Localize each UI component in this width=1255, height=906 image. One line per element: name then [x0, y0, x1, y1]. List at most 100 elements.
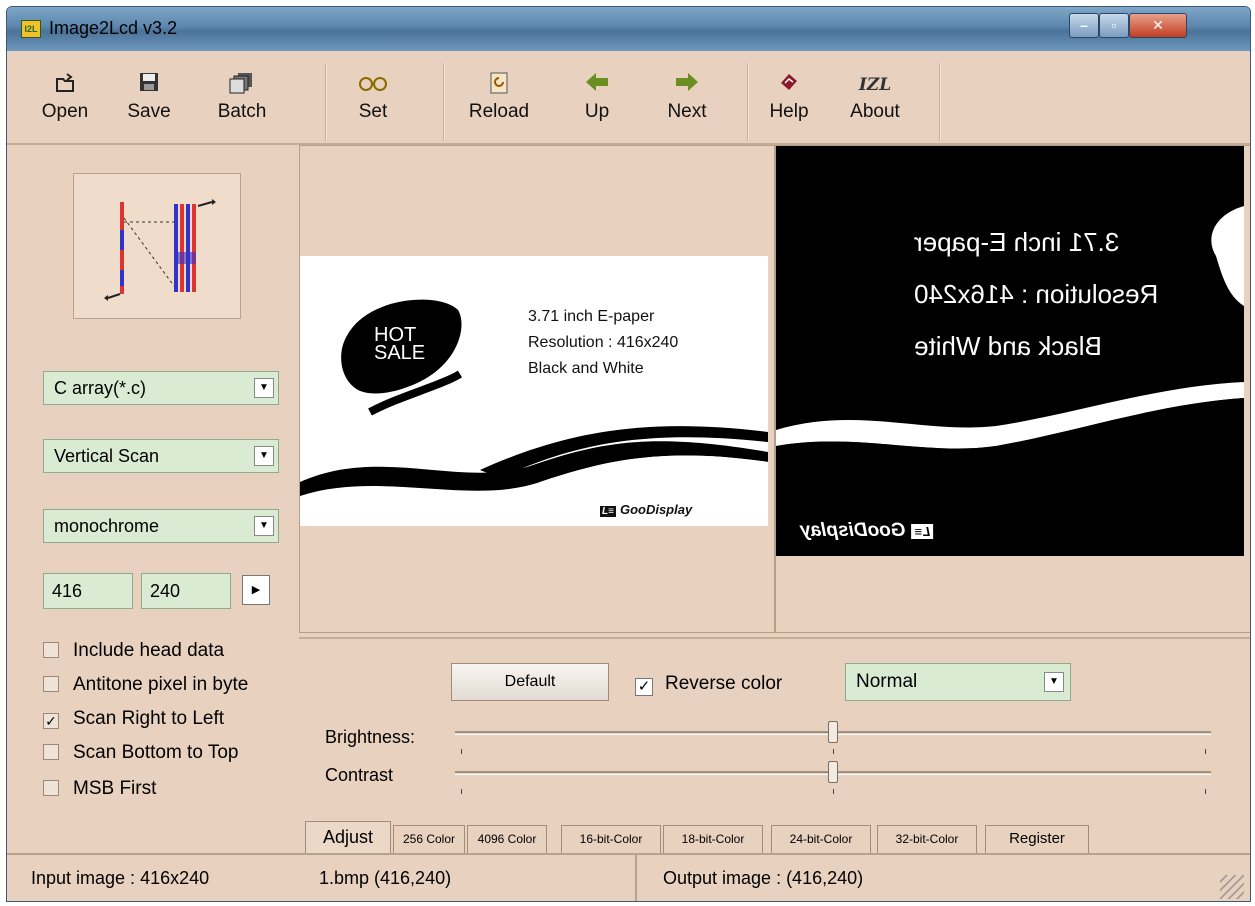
app-icon: I2L [21, 20, 41, 38]
include-head-data-checkbox[interactable]: Include head data [43, 639, 224, 665]
output-image: 3.71 inch E-paper Resolution : 416x240 B… [776, 146, 1244, 556]
antitone-pixel-checkbox[interactable]: Antitone pixel in byte [43, 673, 248, 699]
slider-tick [833, 789, 834, 794]
tab-256-color[interactable]: 256 Color [393, 825, 465, 853]
toolbar-separator [443, 63, 445, 141]
slider-tick [1205, 789, 1206, 794]
tab-16-bit-color[interactable]: 16-bit-Color [561, 825, 661, 853]
output-brand-text: GooDisplay [800, 520, 906, 541]
checkbox-box[interactable] [43, 676, 59, 692]
toolbar-separator [939, 63, 941, 141]
caption-line-2: Resolution : 416x240 [528, 334, 679, 351]
tab-24-bit-color[interactable]: 24-bit-Color [771, 825, 871, 853]
width-field[interactable]: 416 [43, 573, 133, 609]
open-label: Open [41, 101, 89, 122]
next-button[interactable]: Next [657, 71, 717, 131]
glasses-icon [343, 71, 403, 99]
reverse-color-checkbox[interactable]: ✓ Reverse color [635, 673, 782, 696]
reload-button[interactable]: Reload [459, 71, 539, 131]
save-button[interactable]: Save [119, 71, 179, 131]
slider-tick [461, 749, 462, 754]
output-format-select[interactable]: C array(*.c) ▼ [43, 371, 279, 405]
window-title: Image2Lcd v3.2 [49, 18, 178, 38]
help-button[interactable]: Help [759, 71, 819, 131]
checkbox-box[interactable] [43, 642, 59, 658]
next-label: Next [667, 101, 707, 122]
sale-text: SALE [374, 342, 426, 364]
checkbox-box-checked[interactable]: ✓ [43, 713, 59, 729]
adjust-panel: Default ✓ Reverse color Normal ▼ Brightne… [299, 637, 1250, 853]
msb-first-checkbox[interactable]: MSB First [43, 777, 156, 803]
output-brand-mark: L≡ GooDisplay [800, 520, 934, 542]
brand-text: GooDisplay [619, 502, 693, 517]
status-bar: Input image : 416x240 1.bmp (416,240) Ou… [7, 853, 1250, 901]
chevron-down-icon[interactable]: ▼ [1044, 672, 1064, 692]
about-button[interactable]: IZL About [845, 71, 905, 131]
tab-18-bit-color[interactable]: 18-bit-Color [663, 825, 763, 853]
chevron-down-icon[interactable]: ▼ [254, 446, 274, 466]
color-depth-select[interactable]: monochrome ▼ [43, 509, 279, 543]
batch-icon [212, 71, 272, 99]
up-button[interactable]: Up [567, 71, 627, 131]
toolbar-separator [325, 63, 327, 141]
izl-icon: IZL [858, 75, 892, 95]
toolbar-separator [747, 63, 749, 141]
output-caption-line-2: Resolution : 416x240 [913, 279, 1158, 309]
scan-bottom-to-top-checkbox[interactable]: Scan Bottom to Top [43, 741, 238, 767]
open-button[interactable]: Open [35, 71, 95, 131]
checkbox-label: Include head data [73, 640, 225, 661]
chevron-down-icon[interactable]: ▼ [254, 516, 274, 536]
batch-button[interactable]: Batch [212, 71, 272, 131]
output-caption: 3.71 inch E-paper Resolution : 416x240 B… [914, 216, 1158, 372]
tab-4096-color[interactable]: 4096 Color [467, 825, 547, 853]
resize-grip-icon[interactable] [1220, 875, 1244, 899]
reload-icon [459, 71, 539, 99]
checkbox-label: Scan Right to Left [73, 708, 225, 729]
checkbox-box[interactable] [43, 744, 59, 760]
height-field[interactable]: 240 [141, 573, 231, 609]
arrow-right-icon [657, 71, 717, 99]
checkbox-label: MSB First [73, 778, 157, 799]
toolbar: Open Save Batch Set Reload Up Next Help … [7, 51, 1250, 145]
apply-size-button[interactable]: ▶ [242, 575, 270, 605]
checkbox-box-checked[interactable]: ✓ [635, 678, 653, 696]
input-image-status: Input image : 416x240 [31, 868, 210, 888]
open-folder-icon [35, 71, 95, 99]
checkbox-box[interactable] [43, 780, 59, 796]
brightness-slider-thumb[interactable] [828, 721, 838, 743]
set-label: Set [358, 101, 388, 122]
brightness-label: Brightness: [325, 727, 416, 747]
tab-adjust[interactable]: Adjust [305, 821, 391, 853]
output-caption-line-3: Black and White [913, 331, 1102, 361]
scan-mode-value: Vertical Scan [54, 446, 160, 466]
maximize-button[interactable]: ▫ [1099, 13, 1129, 38]
slider-tick [833, 749, 834, 754]
slider-tick [461, 789, 462, 794]
scan-right-to-left-checkbox[interactable]: ✓ Scan Right to Left [43, 707, 224, 733]
image-caption: 3.71 inch E-paper Resolution : 416x240 B… [528, 304, 678, 382]
tab-register[interactable]: Register [985, 825, 1089, 853]
dither-mode-value: Normal [856, 671, 918, 692]
settings-panel: C array(*.c) ▼ Vertical Scan ▼ monochrom… [7, 145, 294, 851]
contrast-slider-thumb[interactable] [828, 761, 838, 783]
color-depth-value: monochrome [54, 516, 160, 536]
set-button[interactable]: Set [343, 71, 403, 131]
hot-sale-text: HOT SALE [374, 325, 426, 364]
chevron-down-icon[interactable]: ▼ [254, 378, 274, 398]
contrast-label: Contrast [325, 765, 394, 785]
arrow-left-icon [567, 71, 627, 99]
default-button[interactable]: Default [451, 663, 609, 701]
output-format-value: C array(*.c) [54, 378, 147, 398]
input-image: HOT SALE 3.71 inch E-paper Resolution : … [300, 256, 768, 526]
close-button[interactable]: ✕ [1129, 13, 1187, 38]
brand-mark: L≡ GooDisplay [600, 502, 692, 517]
minimize-button[interactable]: – [1069, 13, 1099, 38]
scan-mode-preview [73, 173, 241, 319]
tab-32-bit-color[interactable]: 32-bit-Color [877, 825, 977, 853]
title-bar[interactable]: I2L Image2Lcd v3.2 – ▫ ✕ [7, 7, 1250, 51]
app-window: I2L Image2Lcd v3.2 – ▫ ✕ Open Save Batch [6, 6, 1251, 902]
scan-mode-select[interactable]: Vertical Scan ▼ [43, 439, 279, 473]
up-label: Up [584, 101, 610, 122]
dither-mode-select[interactable]: Normal ▼ [845, 663, 1071, 701]
goodisplay-logo-icon: L≡ [600, 506, 616, 517]
